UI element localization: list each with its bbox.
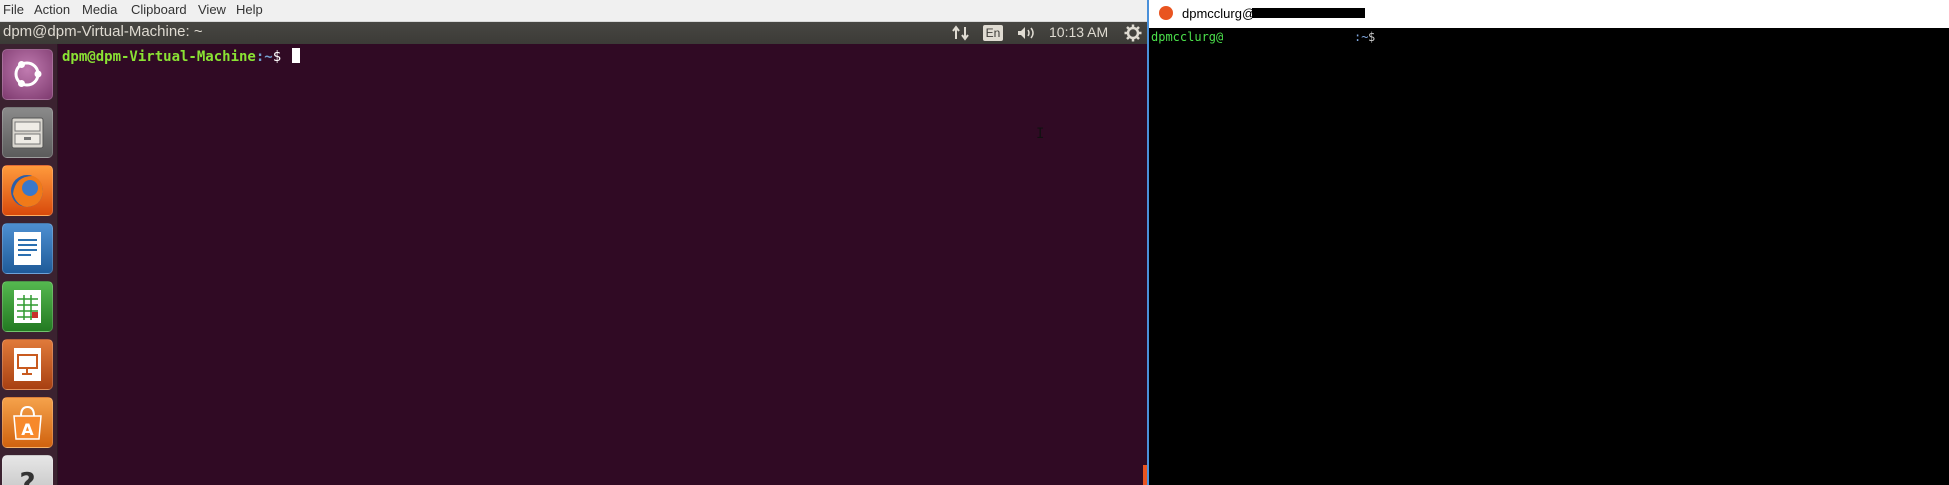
file-cabinet-icon — [11, 117, 44, 149]
launcher-firefox[interactable] — [2, 165, 53, 216]
svg-text:A: A — [21, 420, 34, 439]
ssh-window: dpmcclurg@ dpmcclurg@ :~ $ — [1147, 0, 1949, 485]
network-arrows-icon[interactable] — [952, 25, 970, 41]
firefox-icon — [11, 175, 43, 207]
launcher-calc[interactable] — [2, 281, 53, 332]
putty-ubuntu-icon — [1159, 6, 1173, 20]
launcher-dash-home[interactable] — [2, 49, 53, 100]
redacted-hostname — [1252, 8, 1365, 18]
ubuntu-top-panel: dpm@dpm-Virtual-Machine: ~ En 10:13 AM — [0, 22, 1147, 44]
mouse-ibeam-cursor-icon: I — [1036, 126, 1045, 142]
ubuntu-logo-icon — [14, 61, 42, 87]
libreoffice-impress-icon — [14, 348, 41, 381]
menu-clipboard[interactable]: Clipboard — [131, 2, 187, 17]
ssh-terminal[interactable]: dpmcclurg@ :~ $ — [1147, 28, 1949, 485]
keyboard-language-indicator[interactable]: En — [983, 25, 1003, 41]
launcher-writer[interactable] — [2, 223, 53, 274]
volume-icon[interactable] — [1016, 25, 1038, 41]
prompt-user-host: dpm@dpm-Virtual-Machine — [62, 49, 256, 65]
menu-file[interactable]: File — [3, 2, 24, 17]
unity-launcher: A ? — [0, 44, 58, 485]
prompt-symbol: $ — [272, 49, 290, 65]
launcher-impress[interactable] — [2, 339, 53, 390]
window-title: dpm@dpm-Virtual-Machine: ~ — [3, 23, 203, 40]
terminal[interactable]: dpm@dpm-Virtual-Machine:~$ — [58, 44, 1147, 485]
svg-text:?: ? — [19, 466, 35, 485]
software-center-icon: A — [13, 405, 42, 440]
text-cursor — [291, 48, 300, 63]
menu-action[interactable]: Action — [34, 2, 70, 17]
help-icon: ? — [19, 466, 35, 485]
vm-menubar: File Action Media Clipboard View Help — [0, 0, 1147, 22]
menu-media[interactable]: Media — [82, 2, 117, 17]
ssh-prompt-user: dpmcclurg@ — [1151, 30, 1224, 44]
ssh-titlebar[interactable]: dpmcclurg@ — [1147, 0, 1949, 28]
launcher-help[interactable]: ? — [2, 455, 53, 485]
ssh-prompt-symbol: $ — [1368, 30, 1376, 44]
terminal-prompt-line: dpm@dpm-Virtual-Machine:~$ — [62, 48, 300, 65]
prompt-path: :~ — [255, 49, 273, 65]
launcher-files[interactable] — [2, 107, 53, 158]
vm-window: File Action Media Clipboard View Help dp… — [0, 0, 1147, 485]
clock[interactable]: 10:13 AM — [1049, 24, 1108, 40]
menu-view[interactable]: View — [198, 2, 226, 17]
ssh-prompt-path: :~ — [1354, 30, 1369, 44]
launcher-software-center[interactable]: A — [2, 397, 53, 448]
libreoffice-writer-icon — [14, 232, 41, 265]
libreoffice-calc-icon — [14, 290, 41, 323]
settings-gear-icon[interactable] — [1124, 24, 1142, 42]
ssh-title: dpmcclurg@ — [1182, 6, 1256, 21]
menu-help[interactable]: Help — [236, 2, 263, 17]
